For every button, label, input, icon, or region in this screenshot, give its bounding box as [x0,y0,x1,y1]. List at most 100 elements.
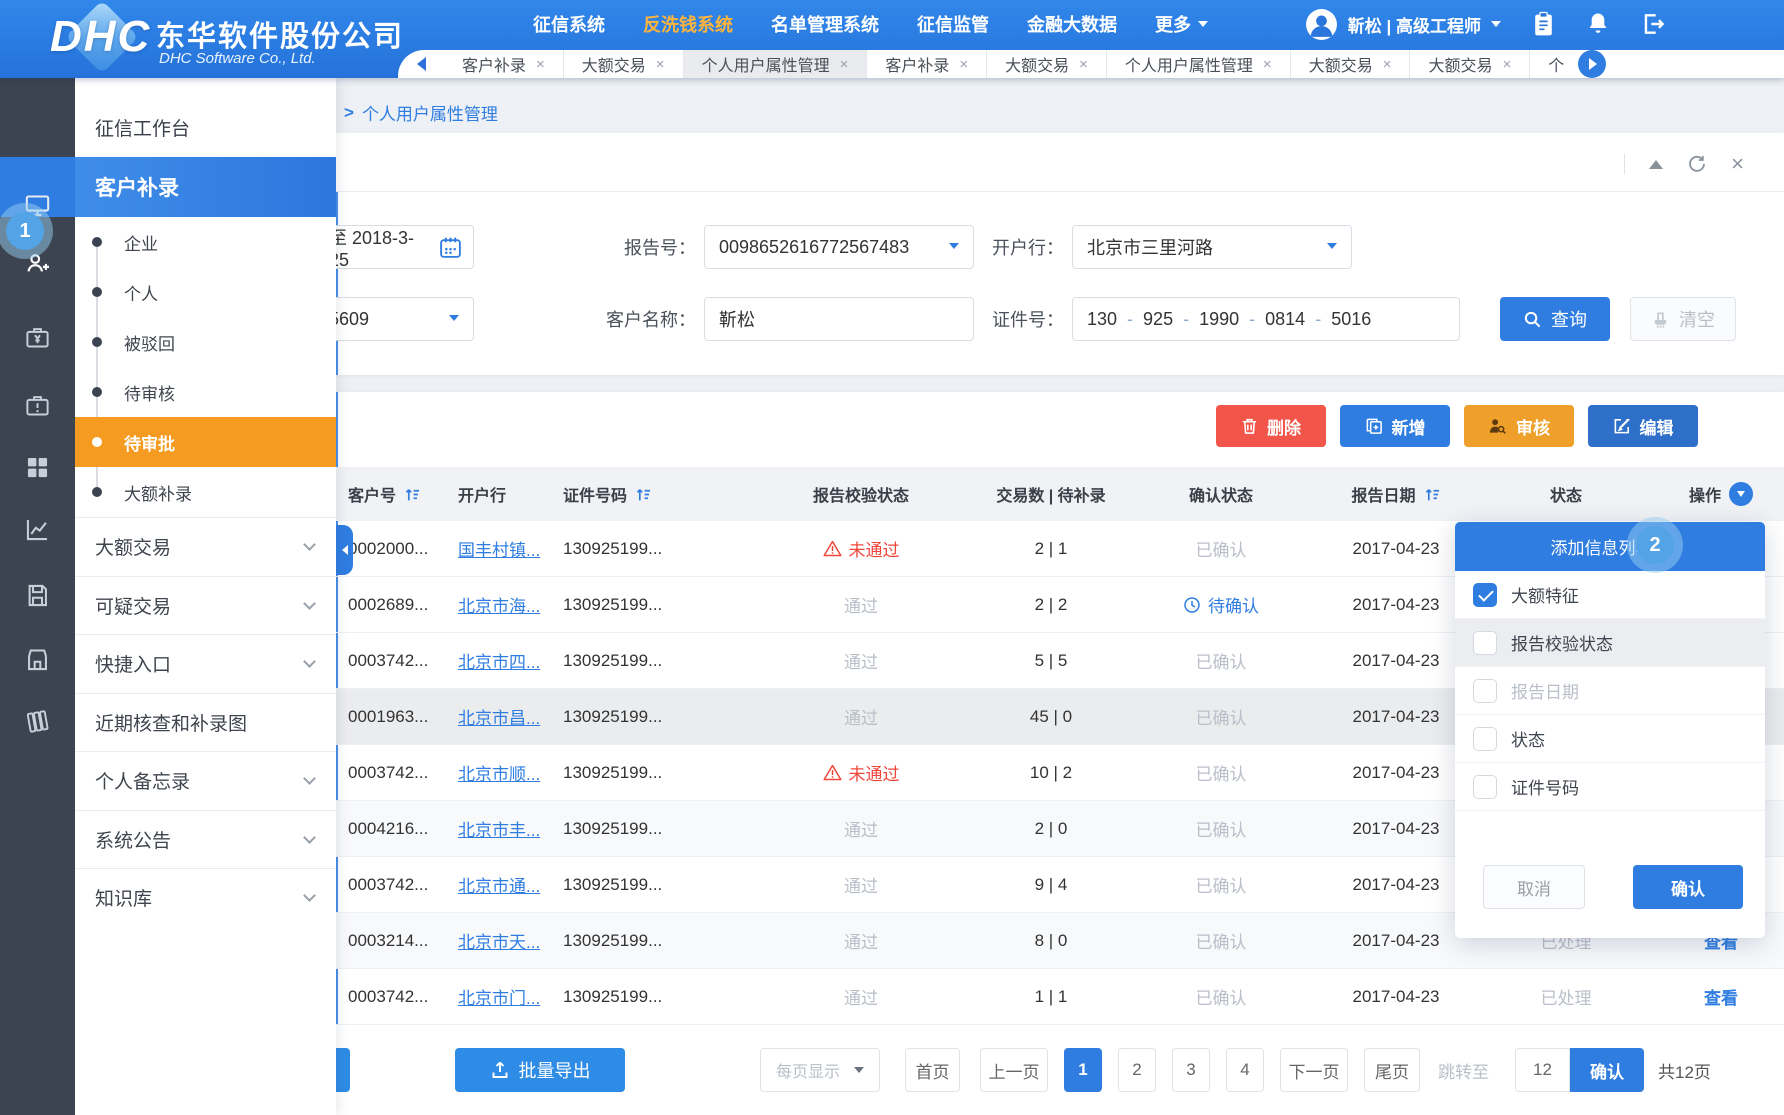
calendar-icon[interactable] [438,235,463,260]
next-page-button[interactable]: 下一页 [1280,1048,1348,1092]
column-header-2[interactable]: 证件号码 [551,482,736,506]
customer-supplement-user-icon[interactable] [0,250,75,277]
add-column-item-2[interactable]: 报告日期 [1455,667,1765,715]
tab-3[interactable]: 客户补录× [867,50,987,78]
checkbox-checked[interactable] [1473,583,1497,607]
sidebar-subitem-0[interactable]: 企业 [75,217,336,267]
tab-0[interactable]: 客户补录× [444,50,564,78]
tab-1[interactable]: 大额交易× [564,50,684,78]
date-to-field[interactable]: 至 2018-3-25 [336,225,474,269]
jump-page-input[interactable]: 12 [1515,1048,1570,1092]
column-header-0[interactable]: 客户号 [336,482,446,506]
checkbox-unchecked[interactable] [1473,679,1497,703]
tab-5[interactable]: 个人用户属性管理× [1107,50,1291,78]
chart-icon[interactable] [0,516,75,543]
bank-link[interactable]: 北京市四... [458,648,540,673]
close-icon[interactable]: × [536,56,545,73]
nav-item-2[interactable]: 名单管理系统 [771,11,879,37]
cut-off-button[interactable] [336,1048,350,1092]
table-row[interactable]: 0003742...北京市门...130925199...通过1 | 1已确认2… [336,969,1784,1025]
page-button-4[interactable]: 4 [1226,1048,1264,1092]
breadcrumb-label[interactable]: 个人用户属性管理 [362,100,498,125]
close-icon[interactable]: × [1079,56,1088,73]
notification-bell-icon[interactable] [1586,11,1610,37]
add-column-item-1[interactable]: 报告校验状态 [1455,619,1765,667]
tabs-scroll-right-button[interactable] [1578,50,1606,78]
checkbox-unchecked[interactable] [1473,727,1497,751]
tab-8[interactable]: 个 [1530,50,1576,78]
bank-link[interactable]: 北京市通... [458,872,540,897]
sort-icon[interactable] [1424,486,1441,503]
page-button-2[interactable]: 2 [1118,1048,1156,1092]
tabs-scroll-left-button[interactable] [398,50,444,78]
add-column-item-0[interactable]: 大额特征 [1455,571,1765,619]
batch-export-button[interactable]: 批量导出 [455,1048,625,1092]
nav-item-4[interactable]: 金融大数据 [1027,11,1117,37]
refresh-icon[interactable] [1687,154,1707,174]
nav-item-0[interactable]: 征信系统 [533,11,605,37]
apps-grid-icon[interactable] [0,454,75,481]
close-icon[interactable]: × [959,56,968,73]
clear-button[interactable]: 清空 [1630,297,1736,341]
jump-confirm-button[interactable]: 确认 [1570,1048,1644,1092]
sidebar-section-2[interactable]: 快捷入口 [75,634,336,693]
sidebar-section-4[interactable]: 个人备忘录 [75,751,336,810]
last-page-button[interactable]: 尾页 [1364,1048,1420,1092]
bank-link[interactable]: 北京市海... [458,592,540,617]
tab-2[interactable]: 个人用户属性管理× [684,50,868,78]
checkbox-unchecked[interactable] [1473,631,1497,655]
sidebar-collapse-handle[interactable] [336,525,353,575]
sidebar-subitem-2[interactable]: 被驳回 [75,317,336,367]
column-settings-button[interactable] [1729,482,1753,506]
shop-icon[interactable] [0,646,75,673]
query-button[interactable]: 查询 [1500,297,1610,341]
large-amount-case-icon[interactable] [0,324,75,351]
collapse-panel-icon[interactable] [1649,160,1663,169]
workbench-monitor-icon[interactable] [0,192,75,219]
edit-button[interactable]: 编辑 [1588,405,1698,447]
close-icon[interactable]: × [1502,56,1511,73]
bank-link[interactable]: 北京市昌... [458,704,540,729]
sidebar-section-5[interactable]: 系统公告 [75,810,336,869]
sidebar-subitem-1[interactable]: 个人 [75,267,336,317]
bank-select[interactable]: 北京市三里河路 [1072,225,1352,269]
customer-no-select[interactable]: 5609 [336,297,474,341]
sidebar-group-customer-supplement[interactable]: 客户补录 [75,157,336,217]
clipboard-icon[interactable] [1531,11,1556,38]
close-icon[interactable]: × [1383,56,1392,73]
tab-7[interactable]: 大额交易× [1410,50,1530,78]
logout-icon[interactable] [1640,11,1666,37]
close-icon[interactable]: × [840,56,849,73]
add-column-item-4[interactable]: 证件号码 [1455,763,1765,811]
checkbox-unchecked[interactable] [1473,775,1497,799]
confirm-button[interactable]: 确认 [1633,865,1743,909]
tab-4[interactable]: 大额交易× [987,50,1107,78]
nav-item-3[interactable]: 征信监管 [917,11,989,37]
sidebar-section-1[interactable]: 可疑交易 [75,576,336,635]
sidebar-section-0[interactable]: 大额交易 [75,517,336,576]
column-header-6[interactable]: 报告日期 [1326,482,1466,506]
sidebar-section-6[interactable]: 知识库 [75,868,336,927]
sidebar-subitem-5[interactable]: 大额补录 [75,467,336,517]
view-link[interactable]: 查看 [1704,984,1738,1009]
add-button[interactable]: 新增 [1340,405,1450,447]
sidebar-subitem-3[interactable]: 待审核 [75,367,336,417]
bank-link[interactable]: 北京市天... [458,928,540,953]
sidebar-subitem-4[interactable]: 待审批 [75,417,336,467]
page-button-3[interactable]: 3 [1172,1048,1210,1092]
id-no-input[interactable]: 130-925-1990-0814-5016 [1072,297,1460,341]
bank-link[interactable]: 北京市门... [458,984,540,1009]
bank-link[interactable]: 北京市丰... [458,816,540,841]
bookmark-save-icon[interactable] [0,582,75,609]
nav-item-5[interactable]: 更多 [1155,11,1208,37]
sort-icon[interactable] [635,486,652,503]
page-size-select[interactable]: 每页显示 [760,1048,880,1092]
close-icon[interactable]: × [656,56,665,73]
user-chip[interactable]: 靳松 | 高级工程师 [1305,8,1501,41]
sidebar-item-workbench[interactable]: 征信工作台 [75,100,336,155]
delete-button[interactable]: 删除 [1216,405,1326,447]
tab-6[interactable]: 大额交易× [1291,50,1411,78]
close-panel-icon[interactable]: × [1731,153,1744,175]
audit-button[interactable]: 审核 [1464,405,1574,447]
close-icon[interactable]: × [1263,56,1272,73]
